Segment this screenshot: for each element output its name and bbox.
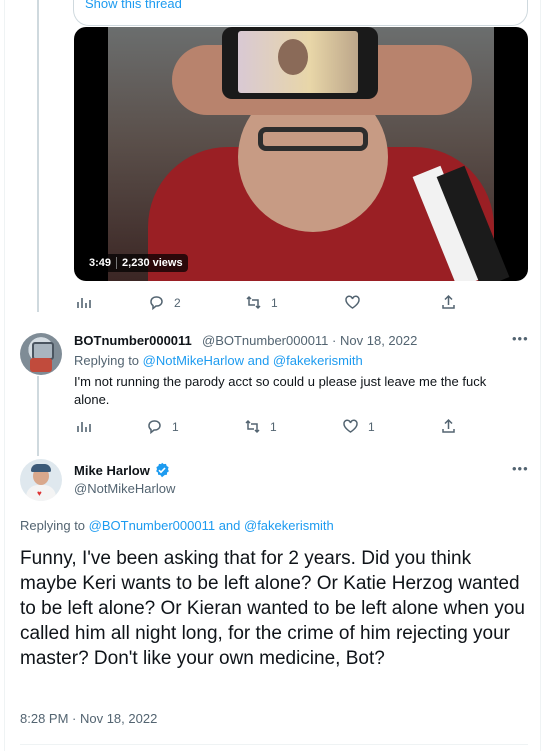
show-thread-link[interactable]: Show this thread (85, 0, 182, 11)
replying-to-handles[interactable]: @BOTnumber000011 and @fakekerismith (89, 518, 334, 533)
author-handle[interactable]: @BOTnumber000011 (202, 333, 328, 348)
reply-count: 2 (174, 295, 181, 310)
replying-to-label: Replying to (74, 353, 140, 368)
speech-bubble-icon (148, 420, 161, 435)
share-button[interactable] (440, 294, 457, 311)
author-meta: @BOTnumber000011 · Nov 18, 2022 (202, 333, 417, 348)
tweet-text: Funny, I've been asking that for 2 years… (20, 548, 525, 669)
left-border (4, 0, 5, 751)
replying-to-handles[interactable]: @NotMikeHarlow and @fakekerismith (143, 353, 363, 368)
reply-button[interactable]: 1 (146, 418, 179, 435)
video-views: 2,230 views (122, 257, 183, 269)
heart-icon: ♥ (37, 489, 42, 498)
replying-to: Replying to @BOTnumber000011 and @fakeke… (20, 518, 334, 533)
views-button[interactable] (75, 418, 92, 435)
heart-icon (345, 295, 360, 309)
bar-chart-icon (77, 422, 91, 432)
author-name[interactable]: BOTnumber000011 (74, 333, 192, 348)
avatar-hat (31, 464, 51, 472)
divider (20, 744, 528, 745)
verified-badge-icon (156, 462, 169, 478)
more-icon[interactable]: ••• (512, 461, 529, 476)
heart-icon (343, 419, 358, 433)
share-button[interactable] (440, 418, 457, 435)
speech-bubble-icon (150, 296, 163, 311)
avatar[interactable]: ♥ (20, 459, 62, 501)
replying-to-label: Replying to (20, 518, 86, 533)
share-icon (442, 294, 455, 309)
video-duration: 3:49 (89, 257, 112, 269)
meta-separator: · (332, 333, 337, 348)
retweet-count: 1 (270, 419, 277, 434)
like-button[interactable]: 1 (342, 418, 375, 435)
author-name[interactable]: Mike Harlow (74, 463, 150, 478)
video-phone-face (278, 39, 308, 75)
tweet-text: I'm not running the parody acct so could… (74, 374, 487, 407)
retweet-icon (245, 419, 260, 434)
tweet-date[interactable]: Nov 18, 2022 (340, 333, 417, 348)
avatar[interactable] (20, 333, 62, 375)
reply-count: 1 (172, 419, 179, 434)
views-button[interactable] (75, 294, 92, 311)
right-border (540, 0, 541, 751)
video-frame (108, 27, 510, 281)
retweet-button[interactable]: 1 (245, 294, 278, 311)
like-button[interactable] (344, 294, 361, 311)
share-icon (442, 418, 455, 433)
more-icon[interactable]: ••• (512, 331, 529, 346)
retweet-count: 1 (271, 295, 278, 310)
retweet-button[interactable]: 1 (244, 418, 277, 435)
like-count: 1 (368, 419, 375, 434)
reply-button[interactable]: 2 (148, 294, 181, 311)
replying-to: Replying to @NotMikeHarlow and @fakekeri… (74, 353, 363, 368)
retweet-icon (246, 295, 261, 310)
thread-line (37, 376, 39, 456)
avatar-body (30, 358, 52, 372)
tweet-timestamp[interactable]: 8:28 PM · Nov 18, 2022 (20, 711, 157, 726)
video-stats-badge: 3:49 2,230 views (84, 254, 188, 272)
video-figure-glasses (258, 127, 368, 151)
bar-chart-icon (77, 298, 91, 308)
thread-line (37, 0, 39, 312)
video-player[interactable] (74, 27, 528, 281)
author-handle[interactable]: @NotMikeHarlow (74, 481, 175, 496)
